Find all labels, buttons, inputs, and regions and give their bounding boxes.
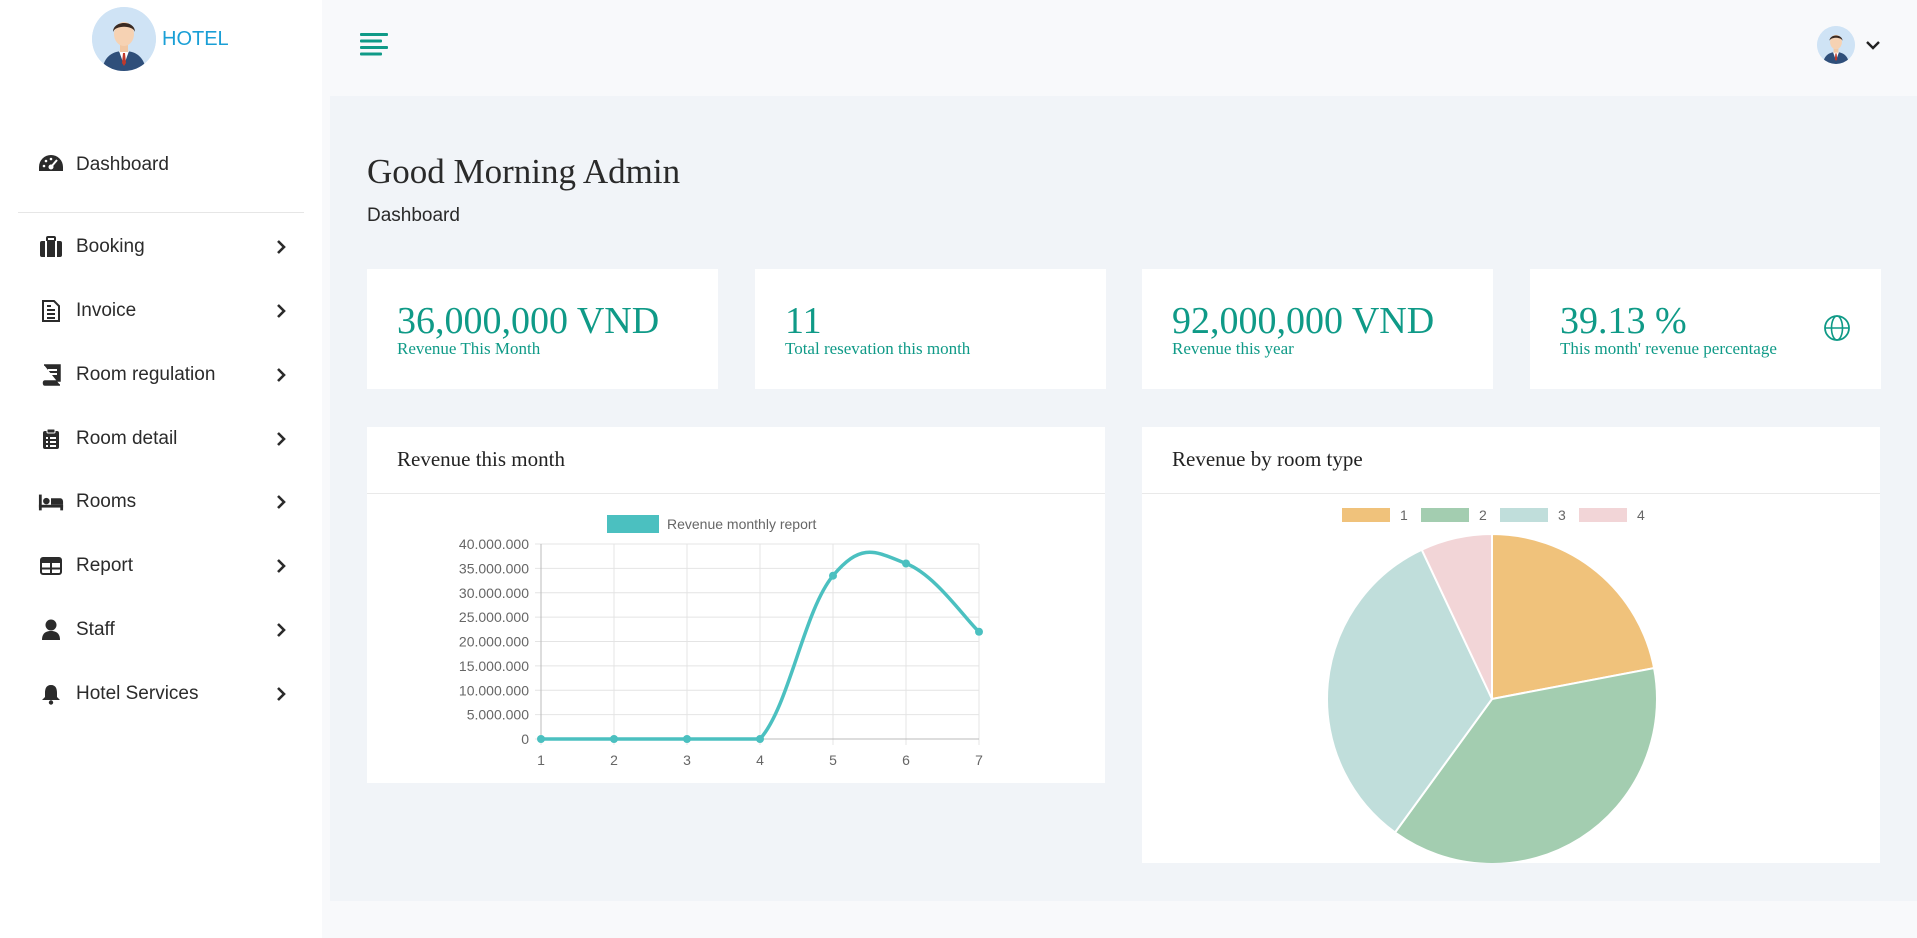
y-tick-label: 10.000.000	[459, 682, 529, 698]
sidebar-item-room-regulation[interactable]: Room regulation	[18, 350, 304, 400]
legend-label: Revenue monthly report	[667, 516, 817, 532]
stat-label: Revenue This Month	[397, 339, 541, 358]
stat-card-revenue-year: 92,000,000 VND Revenue this year	[1142, 269, 1493, 389]
topbar	[322, 0, 1917, 94]
x-tick-label: 5	[829, 752, 837, 768]
x-tick-label: 4	[756, 752, 764, 768]
sidebar-item-label: Dashboard	[76, 154, 169, 175]
chevron-right-icon	[277, 240, 286, 254]
user-icon	[38, 617, 64, 643]
breadcrumb: Dashboard	[367, 205, 460, 226]
user-menu[interactable]	[1817, 26, 1881, 64]
stat-card-reservations: 11 Total resevation this month	[755, 269, 1106, 389]
sidebar: HOTEL Dashboard Booking Invoice Room reg…	[0, 0, 322, 938]
sidebar-item-dashboard[interactable]: Dashboard	[18, 140, 304, 190]
stat-value: 92,000,000 VND	[1172, 300, 1435, 342]
sidebar-item-label: Booking	[76, 236, 145, 257]
data-point	[902, 559, 910, 568]
stat-value: 36,000,000 VND	[397, 300, 660, 342]
data-point	[537, 735, 545, 743]
sidebar-item-label: Rooms	[76, 491, 137, 512]
chevron-down-icon[interactable]	[1865, 40, 1881, 50]
sidebar-item-label: Report	[76, 555, 134, 576]
y-tick-label: 5.000.000	[467, 707, 529, 723]
sidebar-divider	[18, 212, 304, 213]
footer	[330, 901, 1917, 938]
y-tick-label: 25.000.000	[459, 609, 529, 625]
chevron-right-icon	[277, 495, 286, 509]
stat-value: 11	[785, 300, 822, 342]
brand-logo[interactable]: HOTEL	[92, 7, 229, 71]
data-point	[610, 735, 618, 743]
clipboard-icon	[38, 426, 64, 452]
stat-card-revenue-percentage: 39.13 % This month' revenue percentage	[1530, 269, 1881, 389]
bed-icon	[38, 489, 64, 515]
x-tick-label: 6	[902, 752, 910, 768]
y-tick-label: 35.000.000	[459, 560, 529, 576]
legend-label: 4	[1637, 507, 1645, 523]
y-tick-label: 0	[521, 731, 529, 747]
sidebar-item-label: Room detail	[76, 428, 178, 449]
stat-card-revenue-month: 36,000,000 VND Revenue This Month	[367, 269, 718, 389]
legend-swatch	[607, 515, 659, 533]
suitcase-icon	[38, 234, 64, 260]
stat-label: Revenue this year	[1172, 339, 1294, 358]
legend-label: 2	[1479, 507, 1487, 523]
x-tick-label: 2	[610, 752, 618, 768]
table-icon	[38, 553, 64, 579]
avatar[interactable]	[1817, 26, 1855, 64]
sidebar-item-label: Room regulation	[76, 364, 216, 385]
sidebar-item-hotel-services[interactable]: Hotel Services	[18, 669, 304, 719]
sidebar-item-report[interactable]: Report	[18, 541, 304, 591]
sidebar-item-label: Hotel Services	[76, 683, 199, 704]
globe-icon	[1824, 315, 1850, 341]
dashboard-icon	[38, 152, 64, 178]
data-point	[756, 735, 764, 743]
legend-swatch	[1421, 508, 1469, 522]
invoice-icon	[38, 298, 64, 324]
data-point	[975, 627, 983, 636]
sidebar-item-room-detail[interactable]: Room detail	[18, 414, 304, 464]
y-tick-label: 30.000.000	[459, 585, 529, 601]
book-icon	[38, 362, 64, 388]
x-tick-label: 7	[975, 752, 983, 768]
x-tick-label: 3	[683, 752, 691, 768]
chevron-right-icon	[277, 687, 286, 701]
stat-label: This month' revenue percentage	[1560, 339, 1777, 358]
legend-swatch	[1579, 508, 1627, 522]
page-title: Good Morning Admin	[367, 152, 681, 191]
revenue-month-card: Revenue this month Revenue monthly repor…	[367, 427, 1105, 783]
chevron-right-icon	[277, 559, 286, 573]
pie-chart: 1 2 3 4	[1326, 507, 1658, 863]
sidebar-item-booking[interactable]: Booking	[18, 222, 304, 272]
legend-swatch	[1500, 508, 1548, 522]
stat-value: 39.13 %	[1560, 300, 1687, 342]
y-tick-label: 20.000.000	[459, 634, 529, 650]
stat-label: Total resevation this month	[785, 339, 971, 358]
legend-swatch	[1342, 508, 1390, 522]
chevron-right-icon	[277, 368, 286, 382]
chevron-right-icon	[277, 432, 286, 446]
chevron-right-icon	[277, 623, 286, 637]
menu-toggle-icon[interactable]	[360, 32, 388, 56]
y-tick-label: 15.000.000	[459, 658, 529, 674]
data-point	[683, 735, 691, 743]
chevron-right-icon	[277, 304, 286, 318]
brand-avatar	[92, 7, 156, 71]
line-chart: Revenue monthly report40.000.00035.000.0…	[459, 515, 983, 768]
data-point	[829, 571, 837, 580]
sidebar-item-staff[interactable]: Staff	[18, 605, 304, 655]
y-tick-label: 40.000.000	[459, 536, 529, 552]
sidebar-item-label: Invoice	[76, 300, 137, 321]
x-tick-label: 1	[537, 752, 545, 768]
legend-label: 3	[1558, 507, 1566, 523]
sidebar-item-rooms[interactable]: Rooms	[18, 477, 304, 527]
revenue-room-type-card: Revenue by room type 1234	[1142, 427, 1880, 863]
legend-label: 1	[1400, 507, 1408, 523]
brand-name: HOTEL	[162, 27, 229, 50]
bell-icon	[38, 681, 64, 707]
sidebar-item-label: Staff	[76, 619, 115, 640]
sidebar-item-invoice[interactable]: Invoice	[18, 286, 304, 336]
